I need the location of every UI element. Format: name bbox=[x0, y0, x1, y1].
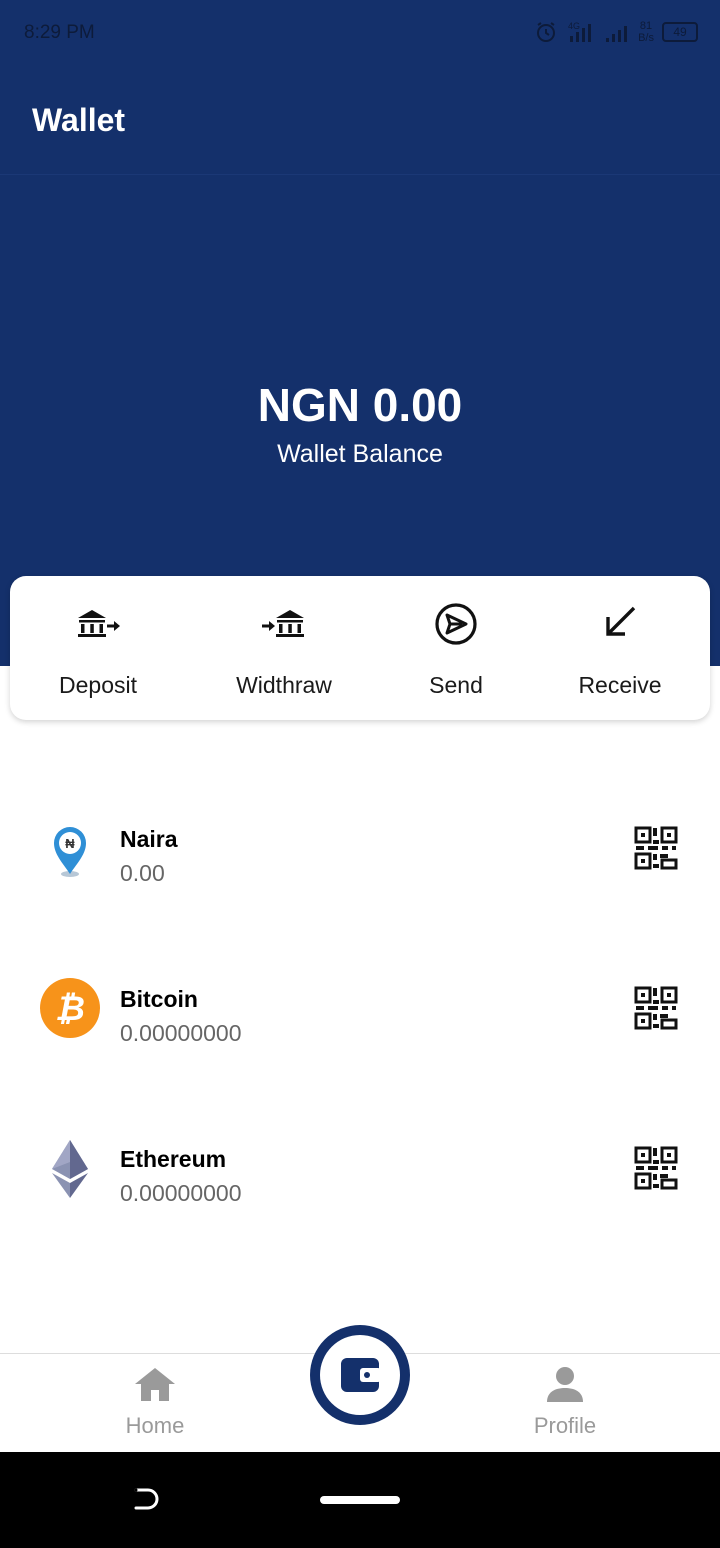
network-speed-unit: B/s bbox=[638, 32, 654, 44]
nav-profile[interactable]: Profile bbox=[485, 1364, 645, 1439]
asset-balance: 0.00000000 bbox=[120, 1020, 242, 1046]
alarm-icon bbox=[537, 22, 556, 42]
wallet-fab-button[interactable] bbox=[310, 1325, 410, 1425]
bank-withdraw-icon bbox=[262, 610, 304, 637]
wallet-balance-label: Wallet Balance bbox=[277, 440, 443, 468]
signal-icon bbox=[606, 26, 628, 42]
send-icon bbox=[435, 603, 477, 645]
header-background: 8:29 PM 4G 81 B/s 49 Wallet NGN 0.00 Wal… bbox=[0, 0, 720, 666]
wallet-icon bbox=[320, 1335, 400, 1415]
network-type-label: 4G bbox=[568, 21, 580, 31]
title-divider bbox=[0, 174, 720, 175]
signal-4g-icon: 4G bbox=[568, 21, 592, 42]
back-gesture-icon[interactable] bbox=[130, 1482, 164, 1516]
withdraw-label: Widthraw bbox=[236, 672, 332, 698]
qr-code-icon[interactable] bbox=[634, 986, 678, 1030]
status-icons: 4G 81 B/s 49 bbox=[534, 16, 698, 48]
network-speed-value: 81 bbox=[639, 20, 653, 32]
qr-code-icon[interactable] bbox=[634, 826, 678, 870]
status-time: 8:29 PM bbox=[24, 22, 95, 43]
send-button[interactable]: Send bbox=[406, 576, 506, 720]
bitcoin-icon: ₿ bbox=[40, 978, 100, 1038]
system-navigation-bar bbox=[0, 1452, 720, 1548]
bank-deposit-icon bbox=[78, 610, 120, 637]
status-bar: 8:29 PM 4G 81 B/s 49 bbox=[0, 0, 720, 64]
asset-name: Ethereum bbox=[120, 1146, 227, 1172]
naira-pin-icon: ₦ bbox=[54, 827, 86, 877]
deposit-button[interactable]: Deposit bbox=[30, 576, 166, 720]
asset-row-naira[interactable]: ₦ Naira 0.00 bbox=[0, 790, 720, 910]
home-icon bbox=[135, 1368, 175, 1401]
send-label: Send bbox=[429, 672, 483, 698]
asset-name: Bitcoin bbox=[120, 986, 198, 1012]
asset-row-ethereum[interactable]: Ethereum 0.00000000 bbox=[0, 1110, 720, 1230]
wallet-balance-amount: NGN 0.00 bbox=[257, 379, 463, 431]
asset-balance: 0.00 bbox=[120, 860, 165, 886]
withdraw-button[interactable]: Widthraw bbox=[214, 576, 354, 720]
nav-home[interactable]: Home bbox=[75, 1364, 235, 1439]
network-speed: 81 B/s bbox=[638, 20, 654, 44]
nav-profile-label: Profile bbox=[533, 1413, 597, 1438]
ethereum-icon bbox=[52, 1140, 88, 1198]
deposit-label: Deposit bbox=[59, 672, 137, 698]
profile-icon bbox=[547, 1367, 583, 1402]
receive-button[interactable]: Receive bbox=[562, 576, 678, 720]
asset-name: Naira bbox=[120, 826, 178, 852]
asset-balance: 0.00000000 bbox=[120, 1180, 242, 1206]
asset-row-bitcoin[interactable]: ₿ Bitcoin 0.00000000 bbox=[0, 950, 720, 1070]
svg-text:₦: ₦ bbox=[65, 836, 75, 851]
page-title: Wallet bbox=[32, 102, 126, 138]
qr-code-icon[interactable] bbox=[634, 1146, 678, 1190]
receive-arrow-icon bbox=[606, 606, 636, 636]
battery-icon: 49 bbox=[662, 22, 698, 42]
receive-label: Receive bbox=[578, 672, 662, 698]
actions-card: Deposit Widthraw Send Receive bbox=[10, 576, 710, 720]
svg-text:₿: ₿ bbox=[55, 990, 85, 1028]
home-gesture-pill[interactable] bbox=[320, 1496, 400, 1504]
nav-home-label: Home bbox=[125, 1413, 185, 1438]
